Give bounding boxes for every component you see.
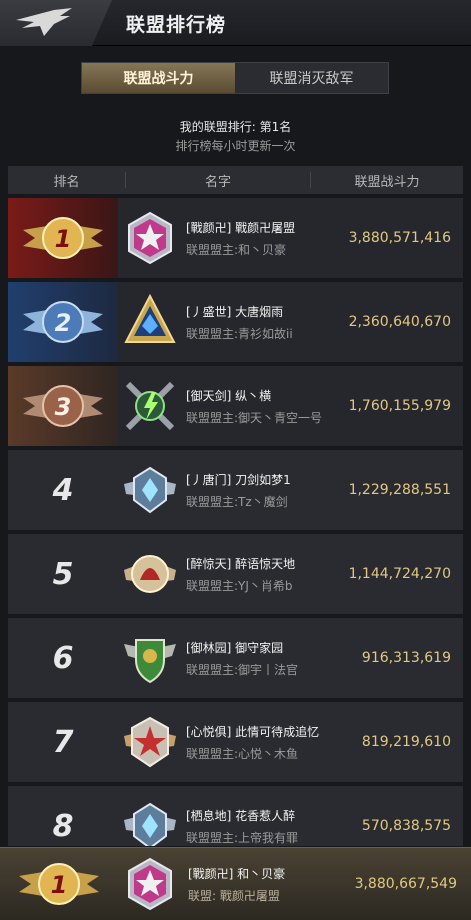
rank-cell: 1 xyxy=(8,198,118,278)
ranking-list[interactable]: 1 [戰颜卍] 戰颜卍屠盟 联盟盟主:和丶贝豪 3,880,571,416 2 xyxy=(8,198,463,846)
alliance-power: 1,760,155,979 xyxy=(348,398,451,414)
alliance-power: 1,144,724,270 xyxy=(348,566,451,582)
alliance-name: [栖息地] 花香惹人醉 xyxy=(186,808,296,823)
column-name: 名字 xyxy=(126,172,311,190)
alliance-power: 2,360,640,670 xyxy=(348,314,451,330)
alliance-power: 3,880,571,416 xyxy=(348,230,451,246)
column-power: 联盟战斗力 xyxy=(354,174,420,190)
bronze-rank-medal-icon: 3 xyxy=(23,385,103,427)
blue-rank-medal-icon: 2 xyxy=(23,301,103,343)
alliance-leader: 联盟盟主:YJ丶肖希b xyxy=(186,578,293,593)
blue-crystal-emblem-icon xyxy=(124,294,176,343)
alliance-leader: 联盟盟主:御天丶青空一号 xyxy=(186,410,323,425)
back-button[interactable] xyxy=(0,0,112,46)
table-row[interactable]: 1 [戰颜卍] 戰颜卍屠盟 联盟盟主:和丶贝豪 3,880,571,416 xyxy=(8,198,463,278)
alliance-name: [戰颜卍] 戰颜卍屠盟 xyxy=(186,220,296,235)
rank-cell: 6 xyxy=(8,618,118,698)
alliance-power: 916,313,619 xyxy=(361,650,451,666)
red-helmet-emblem-icon xyxy=(124,555,176,593)
medal-rank-number: 1 xyxy=(51,871,68,899)
rank-cell: 3 xyxy=(8,366,118,446)
alliance-leader: 联盟盟主:Tz丶魔剑 xyxy=(186,494,288,509)
alliance-name: [御天剑] 纵丶横 xyxy=(186,388,272,403)
member-power: 3,880,667,549 xyxy=(354,876,457,892)
alliance-power: 819,219,610 xyxy=(361,734,451,750)
member-name: [戰颜卍] 和丶贝豪 xyxy=(188,866,286,881)
rank-cell: 2 xyxy=(8,282,118,362)
alliance-leader: 联盟盟主:青衫如故ii xyxy=(186,326,293,341)
medal-rank-number: 2 xyxy=(55,309,72,337)
page-title: 联盟排行榜 xyxy=(126,14,227,36)
rank-cell: 7 xyxy=(8,702,118,782)
alliance-name: [丿唐门] 刀剑如梦1 xyxy=(186,472,291,487)
alliance-leader: 联盟盟主:御宇丨法官 xyxy=(186,662,299,677)
table-row[interactable]: 7 [心悦俱] 此情可待成追忆 联盟盟主:心悦丶木鱼 819,219,610 xyxy=(8,702,463,782)
tab-bar: 联盟战斗力 联盟消灭敌军 xyxy=(81,62,389,94)
header-bar: 联盟排行榜 xyxy=(0,0,471,46)
table-row[interactable]: 8 [栖息地] 花香惹人醉 联盟盟主:上帝我有罪 570,838,575 xyxy=(8,786,463,846)
rank-number: 4 xyxy=(52,472,74,508)
my-rank-text: 我的联盟排行: 第1名 xyxy=(179,120,292,134)
alliance-name: [丿盛世] 大唐烟雨 xyxy=(186,304,284,319)
update-note: 排行榜每小时更新一次 xyxy=(175,139,296,153)
silver-wing-emblem-icon xyxy=(124,802,176,846)
table-row[interactable]: 6 [御林园] 御守家园 联盟盟主:御宇丨法官 916,313,619 xyxy=(8,618,463,698)
rank-number: 7 xyxy=(52,724,74,760)
silver-wing-emblem-icon xyxy=(124,466,176,514)
green-shield-emblem-icon xyxy=(124,639,176,684)
alliance-power: 570,838,575 xyxy=(361,818,451,834)
red-star-emblem-icon xyxy=(124,716,176,768)
eagle-logo-icon xyxy=(16,8,72,36)
green-lightning-emblem-icon xyxy=(125,381,175,431)
alliance-name: [御林园] 御守家园 xyxy=(186,640,284,655)
table-row[interactable]: 5 [醉惊天] 醉语惊天地 联盟盟主:YJ丶肖希b 1,144,724,270 xyxy=(8,534,463,614)
table-row[interactable]: 2 [丿盛世] 大唐烟雨 联盟盟主:青衫如故ii 2,360,640,670 xyxy=(8,282,463,362)
rank-cell: 8 xyxy=(8,786,118,846)
table-header: 排名 名字 联盟战斗力 xyxy=(8,166,463,194)
rank-number: 8 xyxy=(52,808,74,844)
alliance-leader: 联盟盟主:和丶贝豪 xyxy=(186,242,287,257)
rank-cell: 4 xyxy=(8,450,118,530)
gold-rank-medal-icon: 1 xyxy=(19,863,99,905)
alliance-name: [醉惊天] 醉语惊天地 xyxy=(186,556,296,571)
alliance-leader: 联盟盟主:心悦丶木鱼 xyxy=(186,746,299,761)
tab-alliance-power[interactable]: 联盟战斗力 xyxy=(82,63,235,93)
medal-rank-number: 3 xyxy=(55,393,72,421)
pink-star-emblem-icon xyxy=(128,211,172,265)
pink-star-emblem-icon xyxy=(128,857,172,911)
rank-cell: 1 xyxy=(0,858,118,910)
column-rank: 排名 xyxy=(8,172,126,190)
table-row[interactable]: 3 [御天剑] 纵丶横 联盟盟主:御天丶青空一号 1,760,155,979 xyxy=(8,366,463,446)
table-row[interactable]: 4 [丿唐门] 刀剑如梦1 联盟盟主:Tz丶魔剑 1,229,288,551 xyxy=(8,450,463,530)
medal-rank-number: 1 xyxy=(55,225,72,253)
alliance-power: 1,229,288,551 xyxy=(348,482,451,498)
alliance-leader: 联盟盟主:上帝我有罪 xyxy=(186,830,299,845)
gold-rank-medal-icon: 1 xyxy=(23,217,103,259)
member-alliance: 联盟: 戰颜卍屠盟 xyxy=(188,888,280,903)
my-alliance-row[interactable]: 1 [戰颜卍] 和丶贝豪 联盟: 戰颜卍屠盟 3,880,667,549 xyxy=(0,847,471,920)
rank-number: 6 xyxy=(52,640,74,676)
rank-cell: 5 xyxy=(8,534,118,614)
tab-alliance-kills[interactable]: 联盟消灭敌军 xyxy=(235,63,388,93)
alliance-name: [心悦俱] 此情可待成追忆 xyxy=(186,724,320,739)
rank-number: 5 xyxy=(52,556,74,592)
